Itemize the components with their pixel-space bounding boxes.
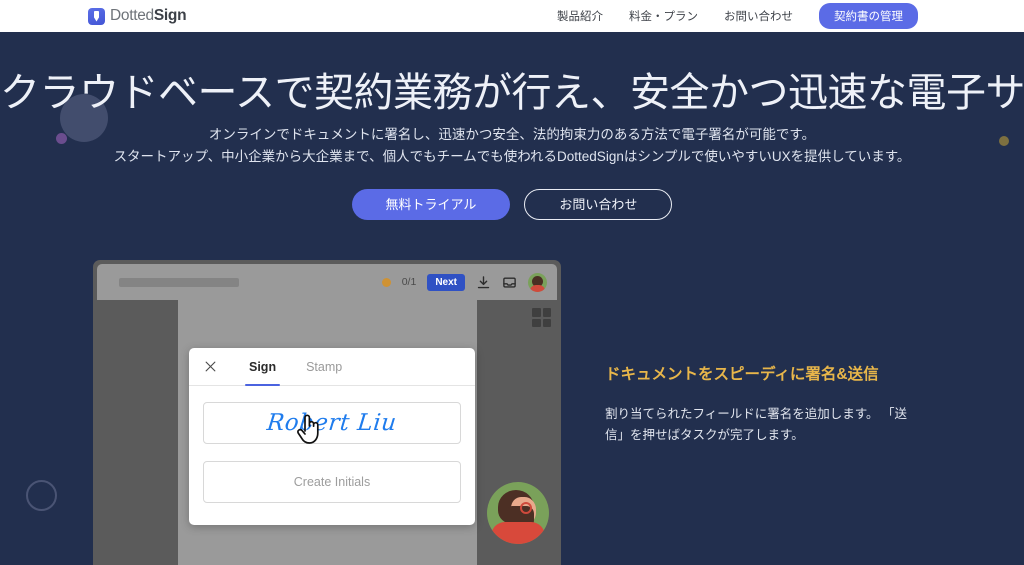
tab-stamp[interactable]: Stamp (306, 348, 342, 386)
contact-button[interactable]: お問い合わせ (524, 189, 673, 220)
decorative-ring (26, 480, 57, 511)
feature-block: ドキュメントをスピーディに署名&送信 割り当てられたフィールドに署名を追加します… (605, 362, 955, 446)
app-mockup: 0/1 Next Sign Stamp Robert Liu Create In… (93, 260, 561, 565)
mockup-toolbar: 0/1 Next (97, 264, 557, 300)
dottedsign-logo-icon (88, 7, 105, 25)
page-title: クラウドベースで契約業務が行え、安全かつ迅速な電子サインサービス (0, 71, 1024, 115)
site-header: DottedSign 製品紹介 料金・プラン お問い合わせ 契約書の管理 (0, 0, 1024, 32)
inbox-icon[interactable] (502, 275, 517, 290)
download-icon[interactable] (476, 275, 491, 290)
main-navigation: 製品紹介 料金・プラン お問い合わせ 契約書の管理 (557, 0, 918, 32)
progress-dot-icon (381, 277, 391, 287)
nav-item-products[interactable]: 製品紹介 (557, 8, 603, 24)
hero-subtitle: オンラインでドキュメントに署名し、迅速かつ安全、法的拘束力のある方法で電子署名が… (0, 124, 1024, 168)
dialog-tabs: Sign Stamp (244, 348, 342, 386)
progress-count: 0/1 (401, 276, 417, 288)
free-trial-button[interactable]: 無料トライアル (351, 189, 511, 220)
hero-section: クラウドベースで契約業務が行え、安全かつ迅速な電子サインサービス オンラインでド… (0, 32, 1024, 565)
illustration-avatar (487, 482, 549, 544)
hero-subtitle-line-1: オンラインでドキュメントに署名し、迅速かつ安全、法的拘束力のある方法で電子署名が… (208, 127, 816, 142)
hero-subtitle-line-2: スタートアップ、中小企業から大企業まで、個人でもチームでも使われるDottedS… (113, 149, 911, 164)
logo-text: DottedSign (110, 7, 187, 24)
user-avatar-icon[interactable] (528, 272, 547, 292)
next-button[interactable]: Next (427, 273, 465, 291)
logo[interactable]: DottedSign (88, 0, 187, 32)
signature-option[interactable]: Robert Liu (203, 402, 461, 444)
nav-item-contact[interactable]: お問い合わせ (724, 8, 793, 24)
document-title-placeholder (119, 277, 239, 287)
dialog-header: Sign Stamp (189, 348, 475, 386)
nav-cta-manage-contracts[interactable]: 契約書の管理 (819, 3, 918, 29)
signature-value: Robert Liu (265, 410, 399, 436)
nav-item-pricing[interactable]: 料金・プラン (629, 8, 698, 24)
feature-body: 割り当てられたフィールドに署名を追加します。 「送信」を押せばタスクが完了します… (605, 407, 907, 442)
toolbar-actions: 0/1 Next (381, 264, 547, 300)
hero-cta-row: 無料トライアル お問い合わせ (0, 189, 1024, 220)
tab-sign[interactable]: Sign (244, 348, 281, 386)
create-initials-button[interactable]: Create Initials (203, 461, 461, 503)
close-icon[interactable] (203, 359, 218, 374)
create-initials-label: Create Initials (293, 475, 371, 489)
signature-dialog: Sign Stamp Robert Liu Create Initials (189, 348, 475, 525)
grid-view-icon[interactable] (532, 308, 551, 327)
feature-title: ドキュメントをスピーディに署名&送信 (605, 366, 879, 383)
